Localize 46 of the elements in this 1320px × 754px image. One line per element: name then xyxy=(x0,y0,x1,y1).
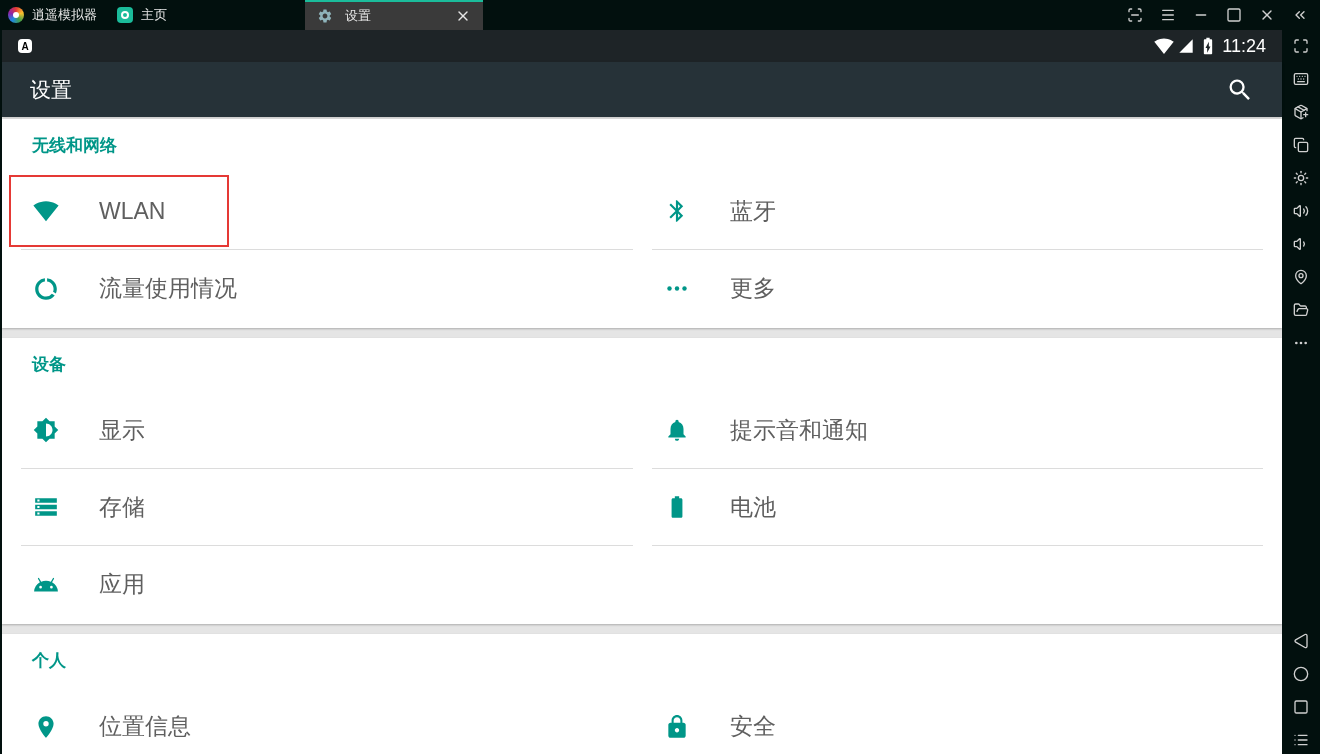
settings-icon xyxy=(317,8,333,24)
settings-item[interactable]: 应用 xyxy=(21,554,161,615)
home-icon[interactable] xyxy=(1293,666,1309,682)
tab-label: 逍遥模拟器 xyxy=(32,6,97,25)
settings-item[interactable]: WLAN xyxy=(9,175,229,247)
notification-icon: A xyxy=(18,39,32,53)
apk-install-icon[interactable] xyxy=(1293,104,1309,120)
fullscreen-icon[interactable] xyxy=(1293,38,1309,54)
section-header: 设备 xyxy=(32,354,66,377)
app-logo-icon xyxy=(8,7,24,23)
multi-window-icon[interactable] xyxy=(1293,137,1309,153)
settings-item[interactable]: 显示 xyxy=(21,400,161,460)
menu-icon[interactable] xyxy=(1160,7,1176,23)
section-header: 无线和网络 xyxy=(32,135,117,158)
brightness-icon xyxy=(33,417,59,443)
maximize-icon[interactable] xyxy=(1226,7,1242,23)
screenshot-icon[interactable] xyxy=(1127,7,1143,23)
clock-time: 11:24 xyxy=(1222,34,1266,58)
wifi-icon xyxy=(33,198,59,224)
settings-item[interactable]: 流量使用情况 xyxy=(21,258,253,319)
cell-signal-icon xyxy=(1178,38,1195,54)
settings-item[interactable]: 位置信息 xyxy=(21,696,207,754)
settings-item[interactable]: 蓝牙 xyxy=(651,181,792,241)
settings-item[interactable]: 安全 xyxy=(651,696,792,754)
location-icon[interactable] xyxy=(1293,269,1309,285)
tab-label: 设置 xyxy=(345,7,372,26)
tab-label: 主页 xyxy=(141,6,167,25)
section-header: 个人 xyxy=(32,650,66,673)
list-icon[interactable] xyxy=(1293,732,1309,748)
toolbar-title: 设置 xyxy=(30,76,73,103)
tab[interactable]: 逍遥模拟器 xyxy=(8,0,117,30)
more-icon xyxy=(666,286,687,291)
settings-item[interactable]: 提示音和通知 xyxy=(651,400,884,460)
data-usage-icon xyxy=(33,275,59,302)
settings-item[interactable]: 更多 xyxy=(651,258,792,319)
recents-icon[interactable] xyxy=(1293,699,1309,715)
tab[interactable]: 设置 xyxy=(305,0,483,30)
back-icon[interactable] xyxy=(1293,633,1309,649)
keyboard-icon[interactable] xyxy=(1293,71,1309,87)
home-app-icon xyxy=(117,7,133,23)
tab[interactable]: 主页 xyxy=(117,0,187,30)
folder-icon[interactable] xyxy=(1293,302,1309,318)
settings-item[interactable]: 电池 xyxy=(651,477,792,537)
wifi-signal-icon xyxy=(1154,36,1175,56)
volume-up-icon[interactable] xyxy=(1293,203,1309,219)
settings-item[interactable]: 存储 xyxy=(21,477,161,537)
